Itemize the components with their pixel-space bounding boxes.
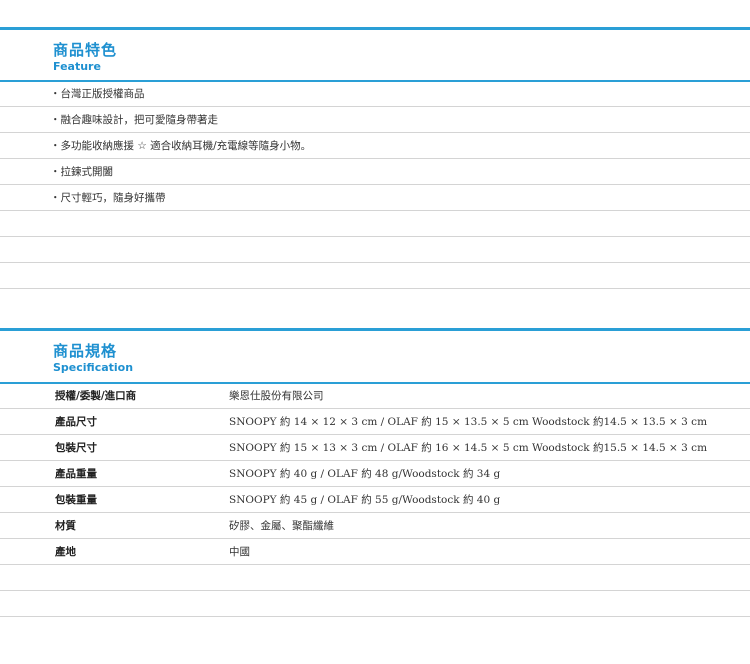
table-row — [0, 592, 750, 617]
spec-label: 包裝尺寸 — [55, 442, 97, 454]
list-item: ・台灣正版授權商品 — [0, 82, 750, 107]
table-row: 材質 矽膠、金屬、聚酯纖維 — [0, 514, 750, 539]
feature-item-text: ・尺寸輕巧，隨身好攜帶 — [50, 192, 166, 204]
table-row: 產品重量 SNOOPY 約 40 g / OLAF 約 48 g/Woodsto… — [0, 462, 750, 487]
table-row — [0, 566, 750, 591]
list-item: ・多功能收納應援 ☆ 適合收納耳機/充電線等隨身小物。 — [0, 134, 750, 159]
spec-value: 矽膠、金屬、聚酯纖維 — [229, 520, 334, 532]
list-item: ・拉鍊式開闔 — [0, 160, 750, 185]
spec-label: 產地 — [55, 546, 76, 558]
table-row: 產品尺寸 SNOOPY 約 14 × 12 × 3 cm / OLAF 約 15… — [0, 410, 750, 435]
list-item: ・融合趣味設計，把可愛隨身帶著走 — [0, 108, 750, 133]
table-row: 授權/委製/進口商 樂恩仕股份有限公司 — [0, 384, 750, 409]
table-row: 包裝重量 SNOOPY 約 45 g / OLAF 約 55 g/Woodsto… — [0, 488, 750, 513]
spec-value: SNOOPY 約 40 g / OLAF 約 48 g/Woodstock 約 … — [229, 468, 501, 480]
spec-header: 商品規格 Specification — [53, 342, 133, 374]
spec-value: SNOOPY 約 15 × 13 × 3 cm / OLAF 約 16 × 14… — [229, 442, 708, 454]
feature-title: 商品特色 — [53, 41, 118, 59]
table-row: 包裝尺寸 SNOOPY 約 15 × 13 × 3 cm / OLAF 約 16… — [0, 436, 750, 461]
feature-item-text: ・台灣正版授權商品 — [50, 88, 145, 100]
spec-top-bar — [0, 328, 750, 331]
spec-label: 產品重量 — [55, 468, 97, 480]
feature-header: 商品特色 Feature — [53, 41, 117, 73]
spec-subtitle: Specification — [53, 361, 134, 374]
spec-value: SNOOPY 約 14 × 12 × 3 cm / OLAF 約 15 × 13… — [229, 416, 708, 428]
feature-subtitle: Feature — [53, 60, 101, 73]
spec-value: 樂恩仕股份有限公司 — [229, 390, 324, 402]
feature-top-bar — [0, 27, 750, 30]
list-item: ・尺寸輕巧，隨身好攜帶 — [0, 186, 750, 211]
spec-label: 授權/委製/進口商 — [55, 390, 137, 402]
feature-item-text: ・多功能收納應援 ☆ 適合收納耳機/充電線等隨身小物。 — [50, 140, 312, 152]
spec-label: 產品尺寸 — [55, 416, 97, 428]
feature-item-text: ・融合趣味設計，把可愛隨身帶著走 — [50, 114, 218, 126]
spec-value: 中國 — [229, 546, 250, 558]
spec-title: 商品規格 — [53, 342, 118, 360]
list-item — [0, 238, 750, 263]
spec-value: SNOOPY 約 45 g / OLAF 約 55 g/Woodstock 約 … — [229, 494, 501, 506]
table-row: 產地 中國 — [0, 540, 750, 565]
feature-item-text: ・拉鍊式開闔 — [50, 166, 113, 178]
spec-label: 包裝重量 — [55, 494, 97, 506]
list-item — [0, 212, 750, 237]
list-item — [0, 264, 750, 289]
spec-label: 材質 — [55, 520, 76, 532]
